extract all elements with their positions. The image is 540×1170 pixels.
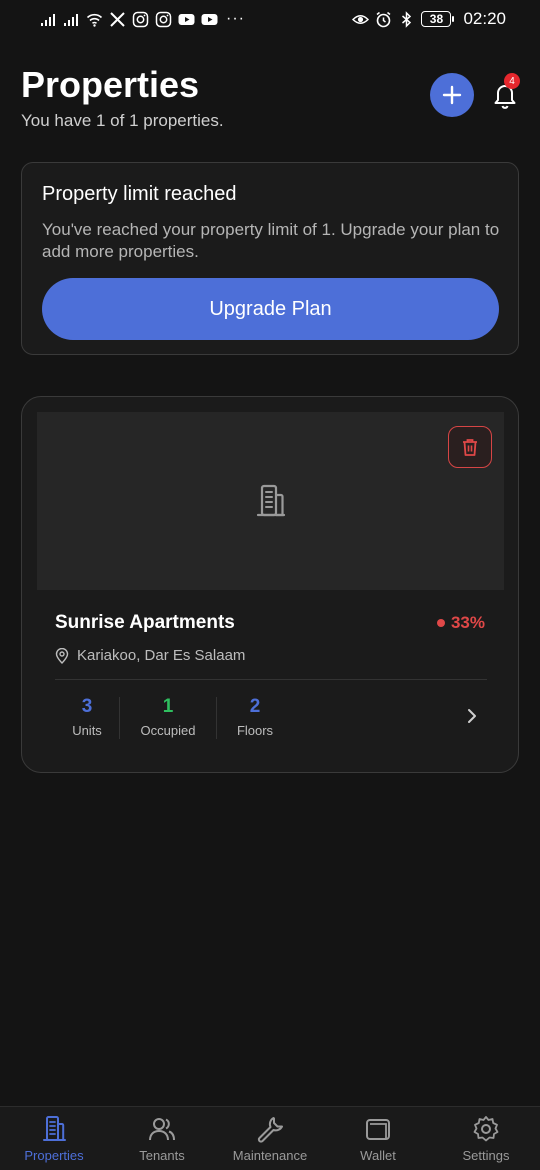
users-icon <box>147 1114 177 1144</box>
youtube-icon <box>201 11 218 28</box>
delete-property-button[interactable] <box>448 426 492 468</box>
card-divider <box>55 679 487 680</box>
occupancy-rate: 33% <box>436 613 485 633</box>
stat-units-value: 3 <box>81 696 93 717</box>
signal-icon <box>40 11 57 28</box>
building-icon <box>39 1114 69 1144</box>
trash-icon <box>463 439 477 456</box>
stat-units: 3 Units <box>55 696 119 738</box>
signal-icon <box>63 11 80 28</box>
stat-occupied-label: Occupied <box>140 723 196 738</box>
notification-badge: 4 <box>504 73 520 89</box>
location-text: Kariakoo, Dar Es Salaam <box>77 647 246 664</box>
plus-icon <box>442 85 462 105</box>
property-limit-card: Property limit reached You've reached yo… <box>21 162 519 355</box>
chevron-right-icon <box>468 709 476 723</box>
instagram-icon <box>155 11 172 28</box>
property-stats: 3 Units 1 Occupied 2 Floors <box>55 696 293 739</box>
bottom-navigation: Properties Tenants Maintenance Wallet Se… <box>0 1106 540 1170</box>
nav-item-wallet[interactable]: Wallet <box>324 1107 432 1170</box>
stat-floors-value: 2 <box>249 696 261 717</box>
property-image-placeholder <box>37 412 504 590</box>
limit-card-title: Property limit reached <box>42 183 237 205</box>
location-pin-icon <box>55 647 69 664</box>
nav-item-settings[interactable]: Settings <box>432 1107 540 1170</box>
wrench-icon <box>255 1114 285 1144</box>
status-overflow: ··· <box>226 10 245 27</box>
property-name: Sunrise Apartments <box>55 612 235 633</box>
bluetooth-icon <box>398 10 415 28</box>
stat-occupied: 1 Occupied <box>120 696 216 738</box>
stat-occupied-value: 1 <box>162 696 174 717</box>
open-property-chevron[interactable] <box>464 705 480 727</box>
limit-card-message: You've reached your property limit of 1.… <box>42 220 500 261</box>
nav-label: Properties <box>24 1148 84 1163</box>
stat-floors: 2 Floors <box>217 696 293 738</box>
nav-label: Settings <box>462 1148 510 1163</box>
nav-label: Wallet <box>360 1148 396 1163</box>
wallet-icon <box>363 1114 393 1144</box>
property-card[interactable]: Sunrise Apartments 33% Kariakoo, Dar Es … <box>21 396 519 773</box>
nav-label: Tenants <box>139 1148 185 1163</box>
status-time: 02:20 <box>463 9 506 28</box>
youtube-icon <box>178 11 195 28</box>
page-subtitle: You have 1 of 1 properties. <box>21 111 224 130</box>
page-title: Properties <box>21 64 200 105</box>
status-bar-right: 38 02:20 <box>352 9 506 29</box>
occupancy-dot <box>436 619 445 627</box>
status-bar-left: ··· <box>40 10 245 28</box>
alarm-icon <box>375 11 392 28</box>
eye-icon <box>352 11 370 28</box>
wifi-icon <box>86 11 103 28</box>
stat-units-label: Units <box>72 723 102 738</box>
nav-item-properties[interactable]: Properties <box>0 1107 108 1170</box>
building-icon <box>256 484 285 517</box>
property-location: Kariakoo, Dar Es Salaam <box>55 647 245 664</box>
instagram-icon <box>132 11 149 28</box>
stat-floors-label: Floors <box>236 723 274 738</box>
gear-icon <box>471 1114 501 1144</box>
nav-item-tenants[interactable]: Tenants <box>108 1107 216 1170</box>
battery-indicator: 38 <box>421 11 455 27</box>
occupancy-value: 33% <box>450 613 485 632</box>
nav-label: Maintenance <box>232 1148 308 1163</box>
status-bar: ··· 38 02:20 <box>0 0 540 38</box>
x-app-icon <box>109 11 126 28</box>
upgrade-plan-button[interactable]: Upgrade Plan <box>42 278 499 340</box>
nav-item-maintenance[interactable]: Maintenance <box>216 1107 324 1170</box>
add-property-button[interactable] <box>430 73 474 117</box>
